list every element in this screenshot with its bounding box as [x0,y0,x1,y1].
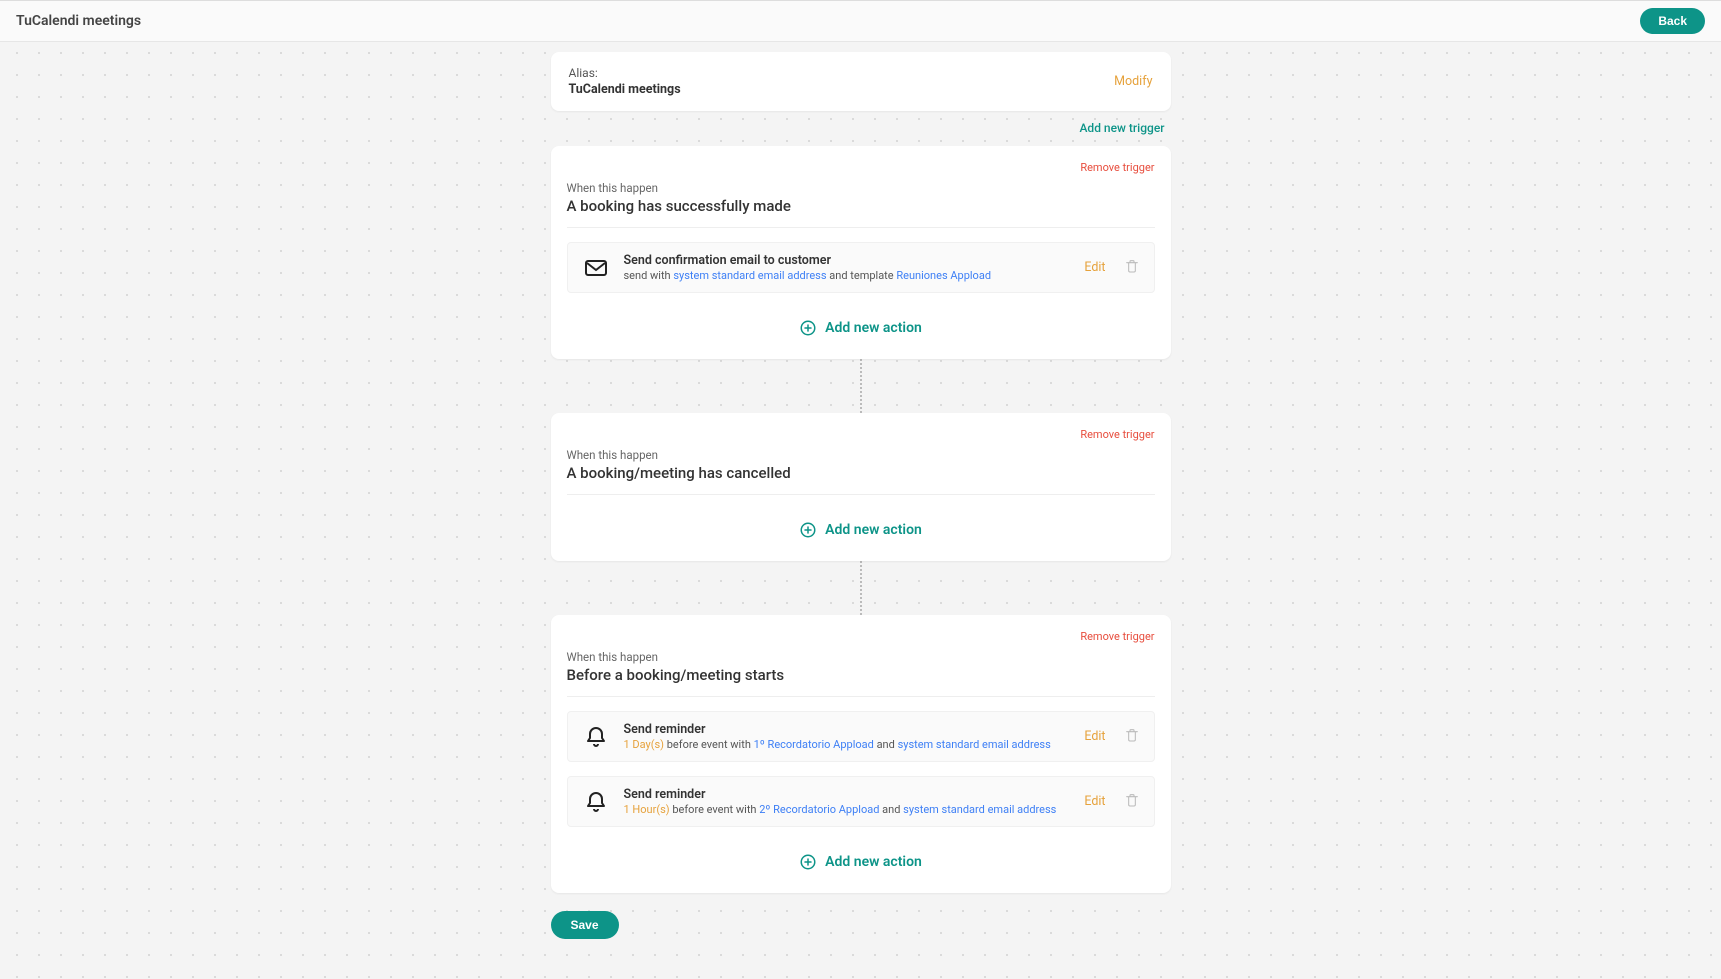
action-controls: Edit [1084,791,1139,813]
remove-trigger-link[interactable]: Remove trigger [1080,630,1154,643]
action-controls: Edit [1084,257,1139,279]
action-body: Send reminder 1 Day(s) before event with… [624,722,1071,751]
back-button[interactable]: Back [1640,8,1705,34]
trigger-card: Remove trigger When this happen Before a… [551,615,1171,893]
action-subtitle: 1 Day(s) before event with 1º Recordator… [624,738,1071,751]
action-sub-text: and [874,738,898,751]
save-button[interactable]: Save [551,911,619,939]
action-body: Send confirmation email to customer send… [624,253,1071,282]
remove-trigger-link[interactable]: Remove trigger [1080,161,1154,174]
connector-line [860,359,862,413]
plus-circle-icon [799,319,817,337]
when-label: When this happen [567,181,1155,195]
bell-icon [582,790,610,814]
page-title: TuCalendi meetings [16,13,141,29]
trigger-title: A booking/meeting has cancelled [567,464,1155,495]
action-title: Send confirmation email to customer [624,253,1071,268]
bell-icon-wrap [582,725,610,749]
save-row: Save [551,911,1171,939]
add-action-label: Add new action [825,522,922,538]
action-sub-text: send with [624,269,674,282]
delete-action-button[interactable] [1124,726,1140,748]
trash-icon [1124,726,1140,744]
action-body: Send reminder 1 Hour(s) before event wit… [624,787,1071,816]
action-sub-link[interactable]: system standard email address [673,269,826,282]
action-title: Send reminder [624,722,1071,737]
page-canvas: Alias: TuCalendi meetings Modify Add new… [0,42,1721,979]
edit-action-link[interactable]: Edit [1084,729,1105,744]
action-sub-link[interactable]: 2º Recordatorio Appload [759,803,879,816]
action-subtitle: send with system standard email address … [624,269,1071,282]
top-bar: TuCalendi meetings Back [0,0,1721,42]
delete-action-button[interactable] [1124,791,1140,813]
alias-label: Alias: [569,66,681,80]
action-duration: 1 Day(s) [624,738,665,751]
alias-block: Alias: TuCalendi meetings [569,66,681,97]
alias-value: TuCalendi meetings [569,82,681,97]
remove-trigger-row: Remove trigger [567,629,1155,644]
edit-action-link[interactable]: Edit [1084,260,1105,275]
workflow-column: Alias: TuCalendi meetings Modify Add new… [551,52,1171,893]
when-label: When this happen [567,650,1155,664]
plus-circle-icon [799,853,817,871]
add-action-label: Add new action [825,320,922,336]
action-sub-link[interactable]: system standard email address [903,803,1056,816]
alias-card: Alias: TuCalendi meetings Modify [551,52,1171,111]
trigger-title: A booking has successfully made [567,197,1155,228]
action-subtitle: 1 Hour(s) before event with 2º Recordato… [624,803,1071,816]
add-trigger-link[interactable]: Add new trigger [1079,121,1164,135]
action-box: Send reminder 1 Hour(s) before event wit… [567,776,1155,827]
bell-icon-wrap [582,790,610,814]
trigger-card: Remove trigger When this happen A bookin… [551,146,1171,359]
action-sub-text: and template [827,269,897,282]
connector-line [860,561,862,615]
trigger-title: Before a booking/meeting starts [567,666,1155,697]
when-label: When this happen [567,448,1155,462]
action-sub-text: before event with [664,738,754,751]
add-trigger-row: Add new trigger [551,117,1171,146]
action-sub-text: and [879,803,903,816]
action-sub-text: before event with [670,803,760,816]
action-duration: 1 Hour(s) [624,803,670,816]
trash-icon [1124,791,1140,809]
action-box: Send reminder 1 Day(s) before event with… [567,711,1155,762]
remove-trigger-row: Remove trigger [567,427,1155,442]
modify-link[interactable]: Modify [1114,74,1152,89]
edit-action-link[interactable]: Edit [1084,794,1105,809]
trigger-card: Remove trigger When this happen A bookin… [551,413,1171,561]
add-action-button[interactable]: Add new action [567,521,1155,539]
remove-trigger-link[interactable]: Remove trigger [1080,428,1154,441]
action-sub-link[interactable]: 1º Recordatorio Appload [754,738,874,751]
delete-action-button[interactable] [1124,257,1140,279]
add-action-label: Add new action [825,854,922,870]
trash-icon [1124,257,1140,275]
action-box: Send confirmation email to customer send… [567,242,1155,293]
action-sub-link[interactable]: system standard email address [898,738,1051,751]
action-sub-link[interactable]: Reuniones Appload [896,269,991,282]
add-action-button[interactable]: Add new action [567,319,1155,337]
remove-trigger-row: Remove trigger [567,160,1155,175]
action-controls: Edit [1084,726,1139,748]
envelope-icon-wrap [582,256,610,280]
action-title: Send reminder [624,787,1071,802]
envelope-icon [582,256,610,280]
plus-circle-icon [799,521,817,539]
bell-icon [582,725,610,749]
add-action-button[interactable]: Add new action [567,853,1155,871]
